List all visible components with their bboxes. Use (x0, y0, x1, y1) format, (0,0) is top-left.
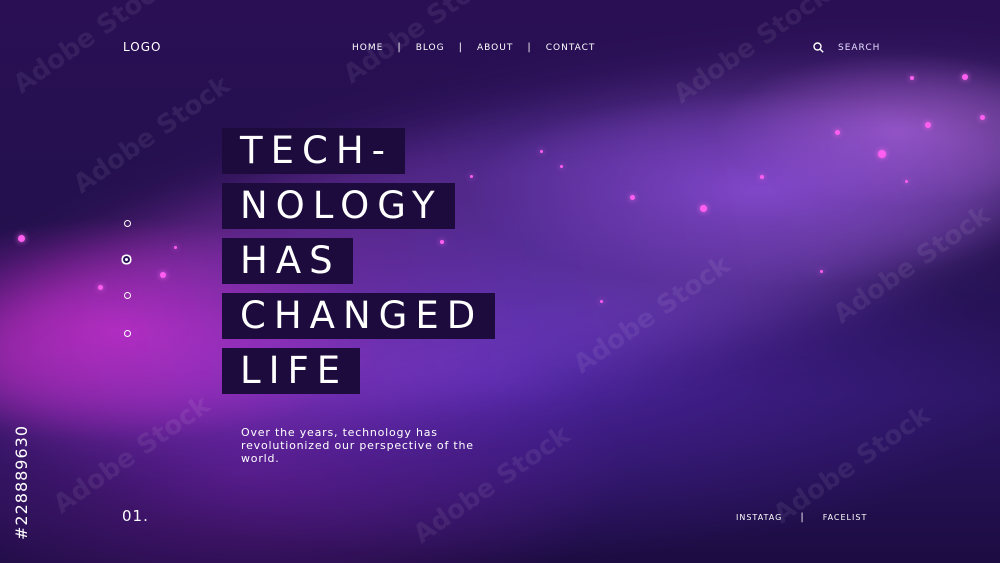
search-input[interactable] (838, 42, 898, 53)
particle (760, 175, 764, 179)
particle (910, 76, 914, 80)
particle (600, 300, 603, 303)
watermark-text: Adobe Stock (68, 70, 236, 200)
headline-line: NOLOGY (222, 183, 455, 229)
particle-wave (0, 2, 1000, 498)
nav-about[interactable]: ABOUT (463, 43, 527, 53)
main-nav: HOME | BLOG | ABOUT | CONTACT (338, 42, 609, 53)
headline-line: LIFE (222, 348, 361, 394)
particle (174, 246, 177, 249)
headline: TECH- NOLOGY HAS CHANGED LIFE (222, 128, 496, 403)
particle (820, 270, 823, 273)
particle (878, 150, 886, 158)
particle (700, 205, 707, 212)
logo[interactable]: LOGO (123, 40, 161, 54)
particle (925, 122, 931, 128)
particle (560, 165, 563, 168)
search-icon[interactable] (813, 42, 824, 53)
particle (835, 130, 840, 135)
headline-line: TECH- (222, 128, 405, 174)
stock-id: #228889630 (12, 424, 31, 540)
nav-blog[interactable]: BLOG (402, 43, 459, 53)
particle (980, 115, 985, 120)
pagination-dot[interactable] (124, 220, 131, 227)
particle (905, 180, 908, 183)
pagination-dot[interactable] (124, 330, 131, 337)
particle (962, 74, 968, 80)
search-box (813, 42, 898, 53)
hero-section: Adobe Stock Adobe Stock Adobe Stock Adob… (0, 0, 1000, 563)
headline-line: CHANGED (222, 293, 496, 339)
pagination-dot[interactable] (124, 292, 131, 299)
social-separator: | (800, 512, 805, 523)
headline-line: HAS (222, 238, 353, 284)
watermark-text: Adobe Stock (768, 400, 936, 530)
particle (160, 272, 166, 278)
hero-subtitle: Over the years, technology has revolutio… (241, 426, 474, 465)
social-links: INSTATAG | FACELIST (736, 512, 867, 523)
particle (540, 150, 543, 153)
social-link-instatag[interactable]: INSTATAG (736, 513, 782, 522)
slide-pagination (124, 220, 131, 368)
particle (18, 235, 25, 242)
slide-number: 01. (122, 507, 149, 525)
social-link-facelist[interactable]: FACELIST (823, 513, 868, 522)
nav-contact[interactable]: CONTACT (532, 43, 610, 53)
pagination-dot-active[interactable] (125, 258, 128, 261)
particle (98, 285, 103, 290)
particle (630, 195, 635, 200)
nav-home[interactable]: HOME (338, 43, 397, 53)
